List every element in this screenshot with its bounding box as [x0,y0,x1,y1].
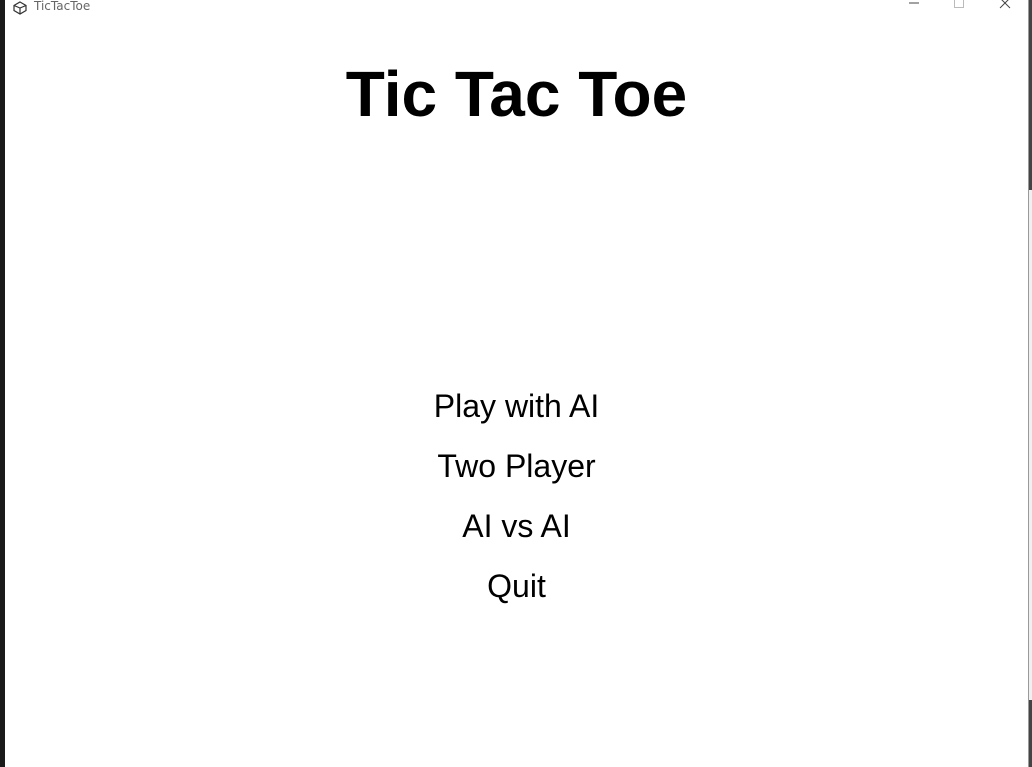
background-window-edge [1028,0,1032,767]
play-with-ai-button[interactable]: Play with AI [5,384,1028,444]
maximize-icon[interactable] [936,0,982,14]
two-player-button[interactable]: Two Player [5,444,1028,504]
play-with-ai-label: Play with AI [433,388,600,424]
minimize-icon[interactable] [891,0,937,14]
ai-vs-ai-button[interactable]: AI vs AI [5,504,1028,564]
ai-vs-ai-label: AI vs AI [462,508,571,544]
game-title: Tic Tac Toe [345,58,688,130]
close-icon[interactable] [982,0,1028,14]
title-bar[interactable]: TicTacToe [5,0,1028,15]
main-menu: Play with AI Two Player AI vs AI Quit [5,384,1028,624]
quit-label: Quit [487,568,546,604]
desktop: TicTacToe Tic Tac Toe Play with AI Two P… [0,0,1032,767]
app-window: TicTacToe Tic Tac Toe Play with AI Two P… [5,0,1028,767]
quit-button[interactable]: Quit [5,564,1028,624]
window-title: TicTacToe [34,0,91,13]
unity-logo-icon [13,0,27,15]
two-player-label: Two Player [437,448,596,484]
